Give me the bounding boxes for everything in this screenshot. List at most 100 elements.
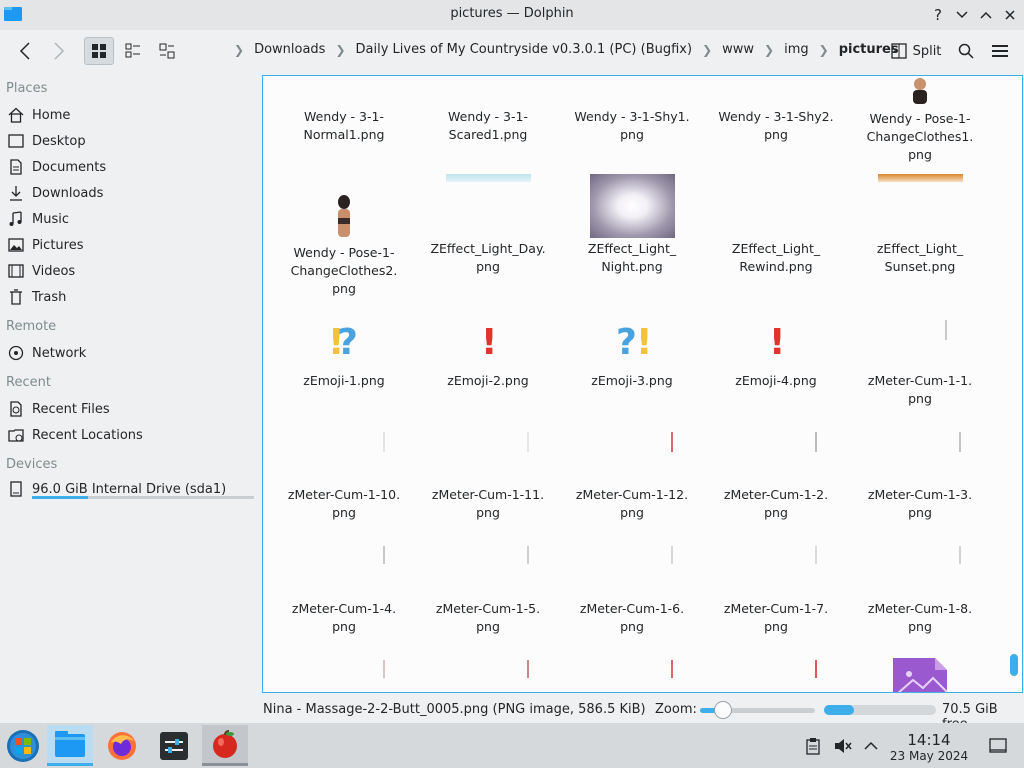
sidebar-item-videos[interactable]: Videos <box>6 259 256 283</box>
file-item[interactable]: ! zEmoji-4.png <box>706 318 846 390</box>
sidebar-item-label: Desktop <box>32 133 86 149</box>
file-item[interactable] <box>850 658 990 692</box>
file-item[interactable]: Wendy - Pose-1- ChangeClothes2. png <box>274 192 414 298</box>
back-button[interactable] <box>10 37 40 65</box>
sidebar-item-downloads[interactable]: Downloads <box>6 181 256 205</box>
sidebar-item-recent-locations[interactable]: Recent Locations <box>6 423 256 447</box>
icons-view-button[interactable] <box>84 37 114 65</box>
file-item[interactable]: zMeter-Cum-1-11. png <box>418 432 558 522</box>
meter-thumbnail <box>815 432 817 452</box>
split-button[interactable]: Split <box>886 37 946 65</box>
file-name: Wendy - 3-1-Shy1. png <box>574 109 690 142</box>
file-item[interactable]: zMeter-Cum-1-5. png <box>418 546 558 636</box>
details-view-button[interactable] <box>118 37 148 65</box>
file-item[interactable] <box>562 660 702 678</box>
compact-view-button[interactable] <box>152 37 182 65</box>
file-item[interactable]: Wendy - 3-1-Shy2. png <box>706 108 846 144</box>
breadcrumb-downloads[interactable]: Downloads <box>248 42 331 57</box>
forward-button[interactable] <box>44 37 74 65</box>
show-desktop-button[interactable] <box>984 725 1012 766</box>
svg-text:!: ! <box>636 322 652 358</box>
file-name: ZEffect_Light_ Rewind.png <box>731 241 821 274</box>
file-item[interactable]: zMeter-Cum-1-8. png <box>850 546 990 636</box>
file-item[interactable]: zMeter-Cum-1-12. png <box>562 432 702 522</box>
file-view[interactable]: Wendy - 3-1- Normal1.png Wendy - 3-1- Scar… <box>262 75 1023 693</box>
sidebar-item-trash[interactable]: Trash <box>6 285 256 309</box>
file-item[interactable]: ?! zEmoji-3.png <box>562 318 702 390</box>
file-item[interactable]: zMeter-Cum-1-6. png <box>562 546 702 636</box>
file-item[interactable]: zMeter-Cum-1-3. png <box>850 432 990 522</box>
file-item[interactable]: Wendy - 3-1- Normal1.png <box>274 108 414 144</box>
file-name: Wendy - Pose-1- ChangeClothes2. png <box>290 245 398 296</box>
sidebar-item-network[interactable]: Network <box>6 341 256 365</box>
breadcrumb-separator-icon: ❯ <box>335 42 346 57</box>
file-name: zMeter-Cum-1-5. png <box>435 601 541 634</box>
devices-header: Devices <box>6 457 58 472</box>
breadcrumb-separator-icon: ❯ <box>234 42 245 57</box>
breadcrumb-img[interactable]: img <box>778 42 815 57</box>
light-day-thumbnail <box>445 174 531 182</box>
sidebar-item-pictures[interactable]: Pictures <box>6 233 256 257</box>
file-item[interactable]: ! zEmoji-2.png <box>418 318 558 390</box>
file-item[interactable]: zMeter-Cum-1-10. png <box>274 432 414 522</box>
sidebar-item-recent-files[interactable]: Recent Files <box>6 397 256 421</box>
file-item[interactable]: !? zEmoji-1.png <box>274 318 414 390</box>
taskbar-app[interactable] <box>202 725 248 766</box>
taskbar-settings[interactable] <box>151 725 197 766</box>
sidebar-item-documents[interactable]: Documents <box>6 155 256 179</box>
sidebar-item-label: 96.0 GiB Internal Drive (sda1) <box>32 481 227 497</box>
taskbar-firefox[interactable] <box>99 725 145 766</box>
sidebar-item-label: Music <box>32 211 69 227</box>
file-item[interactable] <box>274 660 414 678</box>
digital-clock[interactable]: 14:14 23 May 2024 <box>888 731 970 763</box>
file-item[interactable]: zMeter-Cum-1-7. png <box>706 546 846 636</box>
search-button[interactable] <box>952 37 980 65</box>
clipboard-tray-button[interactable] <box>800 725 826 766</box>
help-button[interactable]: ? <box>928 5 948 25</box>
breadcrumb-www[interactable]: www <box>716 42 760 57</box>
file-item[interactable] <box>418 660 558 678</box>
svg-text:?: ? <box>616 322 637 358</box>
file-name: zEmoji-1.png <box>303 373 385 388</box>
minimize-button[interactable] <box>952 5 972 25</box>
file-item[interactable]: zMeter-Cum-1-2. png <box>706 432 846 522</box>
app-icon <box>213 730 237 758</box>
split-icon <box>890 43 907 59</box>
file-name: zMeter-Cum-1-1. png <box>867 373 973 406</box>
sidebar-item-label: Trash <box>32 289 67 305</box>
file-name: Wendy - Pose-1- ChangeClothes1. png <box>866 111 974 162</box>
close-button[interactable] <box>1000 5 1020 25</box>
sidebar-item-label: Recent Files <box>32 401 110 417</box>
file-item[interactable]: ZEffect_Light_ Rewind.png <box>706 240 846 276</box>
file-item[interactable]: ZEffect_Light_Day. png <box>418 174 558 276</box>
file-item[interactable]: Wendy - 3-1-Shy1. png <box>562 108 702 144</box>
volume-tray-button[interactable] <box>830 725 856 766</box>
maximize-button[interactable] <box>976 5 996 25</box>
file-item[interactable]: Wendy - Pose-1- ChangeClothes1. png <box>850 76 990 164</box>
menu-button[interactable] <box>986 37 1014 65</box>
file-item[interactable]: zEffect_Light_ Sunset.png <box>850 174 990 276</box>
file-item[interactable]: ZEffect_Light_ Night.png <box>562 174 702 276</box>
desktop-icon <box>6 132 26 150</box>
meter-thumbnail <box>671 432 673 452</box>
file-item[interactable]: Wendy - 3-1- Scared1.png <box>418 108 558 144</box>
file-item[interactable]: zMeter-Cum-1-4. png <box>274 546 414 636</box>
breadcrumb-game-folder[interactable]: Daily Lives of My Countryside v0.3.0.1 (… <box>350 42 699 57</box>
zoom-slider-handle[interactable] <box>714 701 732 719</box>
sidebar-item-music[interactable]: Music <box>6 207 256 231</box>
settings-icon <box>160 731 188 760</box>
start-menu-button[interactable] <box>0 725 46 766</box>
taskbar-dolphin[interactable] <box>47 725 93 766</box>
sidebar-item-home[interactable]: Home <box>6 103 256 127</box>
file-item[interactable]: zMeter-Cum-1-1. png <box>850 318 990 408</box>
sidebar-item-desktop[interactable]: Desktop <box>6 129 256 153</box>
meter-thumbnail <box>383 432 385 452</box>
tray-expand-button[interactable] <box>858 725 884 766</box>
file-name: zEmoji-4.png <box>735 373 817 388</box>
split-label: Split <box>912 43 942 59</box>
file-item[interactable] <box>706 660 846 678</box>
pictures-icon <box>6 236 26 254</box>
home-icon <box>6 106 26 124</box>
minimize-icon <box>956 11 968 19</box>
vertical-scrollbar-handle[interactable] <box>1010 654 1018 676</box>
